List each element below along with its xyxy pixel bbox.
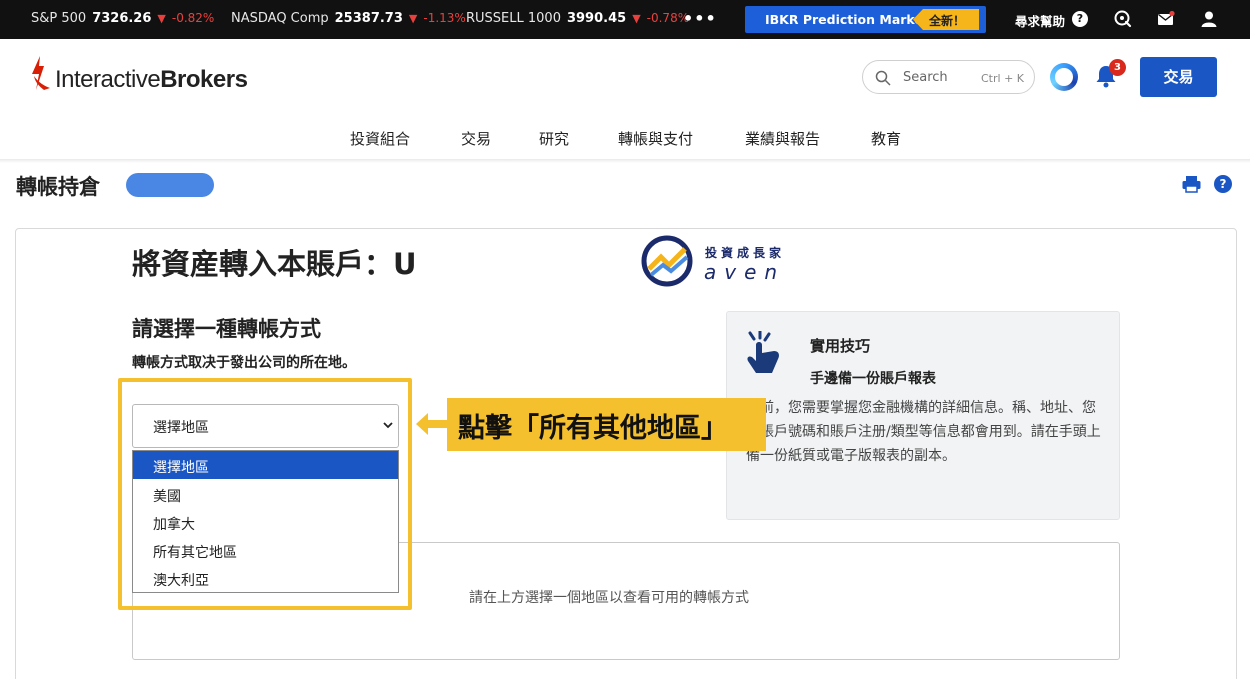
method-heading: 請選擇一種轉帳方式 <box>132 317 321 341</box>
notification-badge: 3 <box>1109 59 1126 76</box>
down-arrow-icon: ▼ <box>408 12 418 25</box>
brand-name-bold: Brokers <box>160 66 248 93</box>
nav-item-trade[interactable]: 交易 <box>461 128 491 149</box>
user-icon[interactable] <box>1200 10 1218 32</box>
market-ticker-bar: S&P 500 7326.26 ▼ -0.82% NASDAQ Comp 25387.7… <box>0 0 1250 39</box>
nav-item-transfer[interactable]: 轉帳與支付 <box>618 128 693 149</box>
assistant-icon[interactable] <box>1050 63 1078 91</box>
ticker-change: -0.82% <box>171 11 215 25</box>
method-description: 轉帳方式取决于發出公司的所在地。 <box>132 355 356 371</box>
watermark-cn: 投資成長家 <box>705 246 786 260</box>
ticker-item[interactable]: NASDAQ Comp 25387.73 ▼ -1.13% <box>231 11 466 26</box>
search-input[interactable]: Search Ctrl + K <box>862 60 1035 94</box>
ticker-name: RUSSELL 1000 <box>466 11 561 26</box>
down-arrow-icon: ▼ <box>157 12 166 25</box>
promo-label: IBKR Prediction Markets <box>765 12 937 27</box>
nav-item-education[interactable]: 教育 <box>871 128 901 149</box>
highlight-box <box>118 378 412 610</box>
ibkr-logo-icon <box>32 56 50 90</box>
instruction-callout: 點擊「所有其他地區」 <box>447 398 766 451</box>
ticker-value: 25387.73 <box>334 11 403 26</box>
ticker-value: 7326.26 <box>92 11 152 26</box>
nav-item-performance[interactable]: 業績與報告 <box>745 128 820 149</box>
prediction-markets-banner[interactable]: IBKR Prediction Markets 全新！ <box>745 6 986 33</box>
help-icon[interactable]: ? <box>1214 175 1232 193</box>
tips-body: 帳前，您需要掌握您金融機構的詳細信息。稱、地址、您的賬戶號碼和賬戶注册/類型等信… <box>746 400 1101 464</box>
empty-state-message: 請在上方選擇一個地區以查看可用的轉帳方式 <box>469 590 749 606</box>
account-selector[interactable] <box>126 173 214 197</box>
more-tickers-button[interactable]: ••• <box>683 9 717 28</box>
tips-subtitle: 手邊備一份賬戶報表 <box>810 371 936 387</box>
watermark-en: aven <box>704 260 786 284</box>
hand-tap-icon <box>747 331 779 373</box>
ticker-item[interactable]: RUSSELL 1000 3990.45 ▼ -0.78% <box>466 11 689 26</box>
nav-item-research[interactable]: 研究 <box>539 128 569 149</box>
search-icon <box>875 70 891 86</box>
ticker-name: S&P 500 <box>31 11 87 26</box>
transfer-heading: 將資産轉入本賬戶：U <box>132 247 417 281</box>
ticker-value: 3990.45 <box>566 11 627 26</box>
watermark-logo-icon <box>641 235 693 287</box>
print-icon[interactable] <box>1182 175 1201 193</box>
nav-divider <box>0 159 1250 163</box>
help-link[interactable]: 尋求幫助 <box>1015 11 1065 30</box>
search-placeholder: Search <box>903 70 948 85</box>
nav-item-portfolio[interactable]: 投資組合 <box>350 128 410 149</box>
ibkr-logo[interactable]: InteractiveBrokers <box>30 56 248 94</box>
arrow-left-icon <box>416 413 448 435</box>
search-shortcut: Ctrl + K <box>981 72 1024 85</box>
mail-icon[interactable] <box>1157 10 1175 32</box>
ticker-name: NASDAQ Comp <box>231 11 329 26</box>
new-badge: 全新！ <box>913 9 979 30</box>
brand-name: InteractiveBrokers <box>55 66 248 94</box>
down-arrow-icon: ▼ <box>632 12 641 25</box>
tips-title: 實用技巧 <box>810 337 871 355</box>
page-title: 轉帳持倉 <box>16 175 100 199</box>
ticker-change: -1.13% <box>423 11 466 25</box>
chat-icon[interactable] <box>1114 10 1132 32</box>
help-icon[interactable]: ? <box>1072 11 1088 27</box>
brand-name-light: Interactive <box>55 66 161 93</box>
ticker-item[interactable]: S&P 500 7326.26 ▼ -0.82% <box>31 11 214 26</box>
trade-button[interactable]: 交易 <box>1140 57 1217 97</box>
